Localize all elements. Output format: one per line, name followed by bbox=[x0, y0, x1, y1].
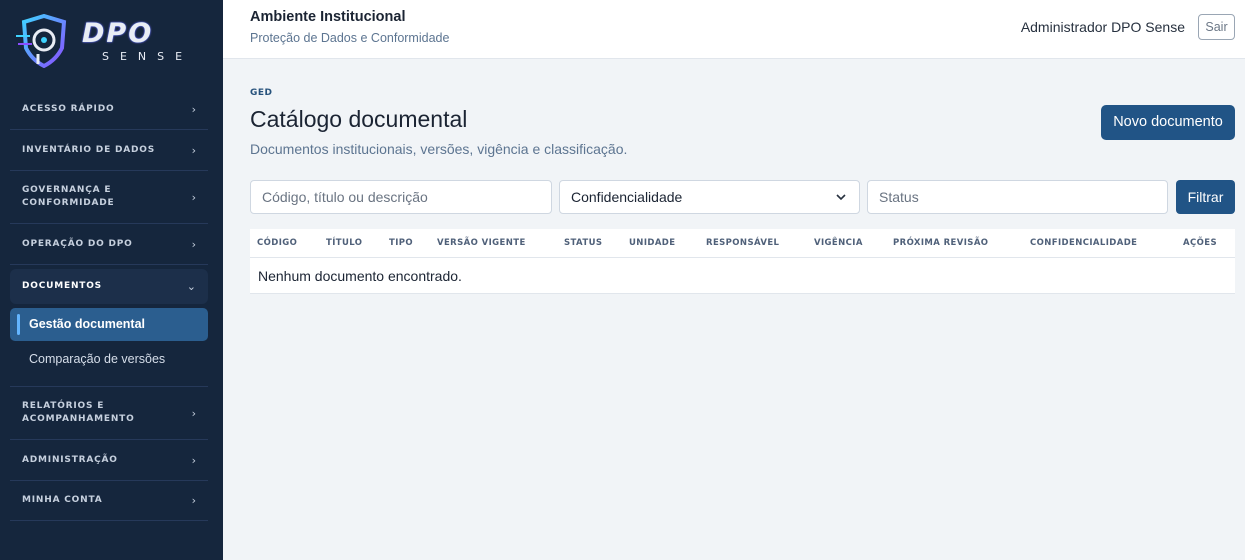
chevron-right-icon: › bbox=[191, 494, 196, 507]
sidebar-item-operacao-dpo[interactable]: OPERAÇÃO DO DPO › bbox=[10, 224, 208, 265]
sidebar-item-label: INVENTÁRIO DE DADOS bbox=[22, 144, 155, 155]
brand-tagline: SENSE bbox=[102, 50, 194, 63]
section-eyebrow: GED bbox=[250, 88, 273, 98]
chevron-right-icon: › bbox=[191, 406, 196, 420]
column-header-responsavel[interactable]: RESPONSÁVEL bbox=[706, 238, 779, 248]
sidebar-item-administracao[interactable]: ADMINISTRAÇÃO › bbox=[10, 440, 208, 481]
brand-logo[interactable]: DPO SENSE bbox=[16, 12, 206, 68]
sidebar-item-inventario[interactable]: INVENTÁRIO DE DADOS › bbox=[10, 130, 208, 171]
sidebar-subitem-gestao-documental[interactable]: Gestão documental bbox=[10, 308, 208, 341]
column-header-status[interactable]: STATUS bbox=[564, 238, 602, 248]
status-input[interactable]: Status bbox=[867, 180, 1168, 214]
sidebar-item-governanca[interactable]: GOVERNANÇA E CONFORMIDADE › bbox=[10, 171, 208, 224]
chevron-right-icon: › bbox=[191, 190, 196, 204]
chevron-right-icon: › bbox=[191, 103, 196, 116]
sidebar-item-minha-conta[interactable]: MINHA CONTA › bbox=[10, 481, 208, 521]
new-document-button[interactable]: Novo documento bbox=[1101, 105, 1235, 140]
sidebar-item-label: GOVERNANÇA E CONFORMIDADE bbox=[22, 185, 115, 208]
environment-subtitle: Proteção de Dados e Conformidade bbox=[250, 31, 450, 45]
sidebar-item-label: OPERAÇÃO DO DPO bbox=[22, 238, 133, 249]
sidebar-item-label: RELATÓRIOS E ACOMPANHAMENTO bbox=[22, 401, 135, 424]
sidebar-item-label: ADMINISTRAÇÃO bbox=[22, 454, 118, 465]
search-input[interactable]: Código, título ou descrição bbox=[250, 180, 552, 214]
sidebar-item-label: ACESSO RÁPIDO bbox=[22, 104, 115, 114]
chevron-down-icon: ⌄ bbox=[186, 280, 196, 293]
column-header-titulo[interactable]: TÍTULO bbox=[326, 238, 362, 248]
sidebar-item-label: DOCUMENTOS bbox=[22, 281, 102, 291]
dpo-shield-logo-icon bbox=[16, 14, 67, 68]
sidebar-item-acesso-rapido[interactable]: ACESSO RÁPIDO › bbox=[10, 90, 208, 130]
sidebar-subitem-comparacao-versoes[interactable]: Comparação de versões bbox=[10, 343, 208, 376]
chevron-right-icon: › bbox=[191, 453, 196, 467]
sidebar-nav: ACESSO RÁPIDO › INVENTÁRIO DE DADOS › GO… bbox=[10, 90, 208, 521]
documents-table: CÓDIGO TÍTULO TIPO VERSÃO VIGENTE STATUS… bbox=[250, 229, 1235, 294]
documentos-submenu: Gestão documental Comparação de versões bbox=[10, 304, 208, 387]
logout-button[interactable]: Sair bbox=[1198, 14, 1235, 40]
column-header-tipo[interactable]: TIPO bbox=[389, 238, 413, 248]
environment-title: Ambiente Institucional bbox=[250, 9, 406, 25]
chevron-right-icon: › bbox=[191, 237, 196, 251]
empty-table-message: Nenhum documento encontrado. bbox=[250, 258, 1235, 294]
column-header-acoes: AÇÕES bbox=[1183, 238, 1217, 248]
page-description: Documentos institucionais, versões, vigê… bbox=[250, 141, 628, 157]
confidentiality-select-value: Confidencialidade bbox=[571, 189, 683, 205]
table-header: CÓDIGO TÍTULO TIPO VERSÃO VIGENTE STATUS… bbox=[250, 229, 1235, 258]
sidebar-item-label: MINHA CONTA bbox=[22, 495, 103, 505]
sidebar: DPO SENSE ACESSO RÁPIDO › INVENTÁRIO DE … bbox=[0, 0, 223, 560]
current-user-name: Administrador DPO Sense bbox=[1020, 19, 1185, 35]
column-header-confidencialidade[interactable]: CONFIDENCIALIDADE bbox=[1030, 238, 1137, 248]
column-header-codigo[interactable]: CÓDIGO bbox=[257, 238, 297, 248]
sidebar-item-documentos[interactable]: DOCUMENTOS ⌄ bbox=[10, 269, 208, 304]
column-header-proxima-revisao[interactable]: PRÓXIMA REVISÃO bbox=[893, 238, 988, 248]
chevron-right-icon: › bbox=[191, 143, 196, 157]
top-header: Ambiente Institucional Proteção de Dados… bbox=[223, 0, 1245, 59]
brand-name: DPO bbox=[82, 18, 154, 49]
page-title: Catálogo documental bbox=[250, 106, 468, 132]
confidentiality-select[interactable]: Confidencialidade bbox=[559, 180, 860, 214]
column-header-unidade[interactable]: UNIDADE bbox=[629, 238, 675, 248]
chevron-down-icon bbox=[836, 194, 846, 201]
column-header-versao-vigente[interactable]: VERSÃO VIGENTE bbox=[437, 238, 526, 248]
column-header-vigencia[interactable]: VIGÊNCIA bbox=[814, 238, 863, 248]
filter-button[interactable]: Filtrar bbox=[1176, 180, 1235, 214]
sidebar-item-relatorios[interactable]: RELATÓRIOS E ACOMPANHAMENTO › bbox=[10, 387, 208, 440]
